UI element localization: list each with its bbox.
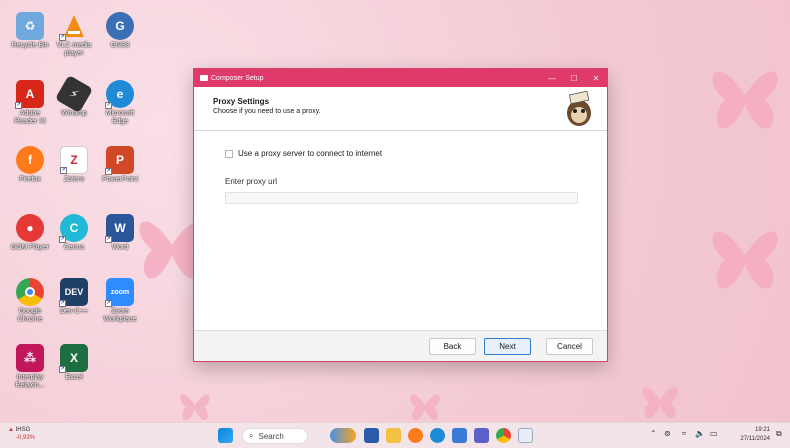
gom-player-icon: ● xyxy=(16,214,44,242)
desktop-icon-canva[interactable]: C ↗ Canva xyxy=(52,214,96,252)
dialog-footer: Back Next Cancel xyxy=(194,330,607,361)
desktop-icon-chrome[interactable]: Google Chrome xyxy=(8,278,52,324)
store-taskbar-icon[interactable] xyxy=(452,428,467,443)
cancel-button[interactable]: Cancel xyxy=(546,338,593,355)
close-button[interactable]: ✕ xyxy=(585,74,607,83)
desktop-icon-zotero[interactable]: Z ↗ Zotero xyxy=(52,146,96,184)
stock-change: -0,93% xyxy=(16,435,36,441)
desktop-icon-devcpp[interactable]: DEV ↗ Dev-C++ xyxy=(52,278,96,316)
desktop-icon-vlc[interactable]: ↗ VLC media player xyxy=(52,12,96,58)
firefox-taskbar-icon[interactable] xyxy=(408,428,423,443)
desktop-icon-excel[interactable]: X ↗ Excel xyxy=(52,344,96,382)
clock[interactable]: 19:21 27/11/2024 xyxy=(740,426,770,444)
recycle-bin-icon: ♻ xyxy=(16,12,44,40)
desktop-icon-word[interactable]: W ↗ Word xyxy=(98,214,142,252)
checkbox-label: Use a proxy server to connect to interne… xyxy=(238,149,383,158)
dialog-header: Proxy Settings Choose if you need to use… xyxy=(194,87,607,131)
word-icon: W ↗ xyxy=(105,214,134,243)
page-subtitle: Choose if you need to use a proxy. xyxy=(213,108,321,115)
desktop-icon-gom-player[interactable]: ● GOM Player xyxy=(8,214,52,252)
network-app-icon[interactable]: ⊚ xyxy=(664,429,671,438)
composer-app-icon xyxy=(200,75,208,81)
page-title: Proxy Settings xyxy=(213,97,270,106)
taskbar: ▲ IHSG -0,93% ⌕ Search ⌃ ⊚ ≈ 🔈 ▭ 19:21 2… xyxy=(0,422,790,448)
desktop-icon-firefox[interactable]: f Firefox xyxy=(8,146,52,184)
stock-name: IHSG xyxy=(15,427,31,433)
back-button[interactable]: Back xyxy=(429,338,476,355)
dialog-titlebar[interactable]: Composer Setup — ☐ ✕ xyxy=(194,69,607,87)
butterfly-decoration xyxy=(712,231,778,289)
adobe-reader-icon: A ↗ xyxy=(15,80,44,109)
edge-icon: e ↗ xyxy=(105,80,134,109)
dialog-title: Composer Setup xyxy=(211,74,264,82)
butterfly-decoration xyxy=(712,71,778,129)
proxy-url-label: Enter proxy url xyxy=(225,177,278,186)
chevron-up-icon[interactable]: ⌃ xyxy=(650,429,657,438)
desktop-icon-adobe-reader[interactable]: A ↗ Adobe Reader XI xyxy=(8,80,52,126)
notification-icon[interactable]: ⧉ xyxy=(776,429,782,439)
stock-widget[interactable]: ▲ IHSG -0,93% xyxy=(8,426,35,442)
interplay-icon: ⁂ xyxy=(16,344,44,372)
proxy-url-input[interactable] xyxy=(225,192,578,204)
clock-date: 27/11/2024 xyxy=(740,436,770,442)
excel-icon: X ↗ xyxy=(59,344,88,373)
widgets-icon[interactable] xyxy=(330,428,356,443)
taskbar-search[interactable]: ⌕ Search xyxy=(242,428,308,444)
gns3-icon: G xyxy=(106,12,134,40)
volume-icon[interactable]: 🔈 xyxy=(695,429,705,438)
firefox-icon: f xyxy=(16,146,44,174)
desktop-icon-gns3[interactable]: G GNS3 xyxy=(98,12,142,50)
desktop-icon-powerpoint[interactable]: P ↗ PowerPoint xyxy=(98,146,142,184)
stock-chart-icon: ▲ xyxy=(8,427,14,433)
canva-icon: C ↗ xyxy=(59,214,88,243)
powerpoint-icon: P ↗ xyxy=(105,146,134,175)
file-explorer-icon[interactable] xyxy=(386,428,401,443)
task-view-icon[interactable] xyxy=(364,428,379,443)
minimize-button[interactable]: — xyxy=(541,74,563,83)
butterfly-decoration xyxy=(410,394,440,421)
butterfly-decoration xyxy=(642,387,678,419)
maximize-button[interactable]: ☐ xyxy=(563,74,585,83)
checkbox-box[interactable] xyxy=(225,149,233,158)
winamp-icon: ⚡ xyxy=(54,74,94,114)
battery-icon[interactable]: ▭ xyxy=(710,429,718,438)
butterfly-decoration xyxy=(180,394,210,421)
use-proxy-checkbox[interactable]: Use a proxy server to connect to interne… xyxy=(225,149,382,158)
zoom-icon: zoom ↗ xyxy=(105,278,134,307)
desktop-icon-interplay[interactable]: ⁂ Interplay Relaxin... xyxy=(8,344,52,390)
next-button[interactable]: Next xyxy=(484,338,531,355)
chrome-taskbar-icon[interactable] xyxy=(496,428,511,443)
composer-logo-icon xyxy=(567,91,591,126)
desktop-icon-edge[interactable]: e ↗ Microsoft Edge xyxy=(98,80,142,126)
wifi-icon[interactable]: ≈ xyxy=(682,429,686,438)
edge-taskbar-icon[interactable] xyxy=(430,428,445,443)
composer-taskbar-icon[interactable] xyxy=(518,428,533,443)
search-placeholder: Search xyxy=(258,431,284,441)
composer-setup-dialog: Composer Setup — ☐ ✕ Proxy Settings Choo… xyxy=(193,68,608,362)
search-icon: ⌕ xyxy=(249,431,254,440)
desktop-icon-winamp[interactable]: ⚡ Winamp xyxy=(52,74,96,118)
start-button[interactable] xyxy=(218,428,233,443)
app-taskbar-icon[interactable] xyxy=(474,428,489,443)
clock-time: 19:21 xyxy=(754,427,770,433)
vlc-icon: ↗ xyxy=(59,12,88,41)
devcpp-icon: DEV ↗ xyxy=(59,278,88,307)
dialog-body: Use a proxy server to connect to interne… xyxy=(194,131,607,341)
desktop-icon-zoom[interactable]: zoom ↗ Zoom Workplace xyxy=(98,278,142,324)
desktop-icon-recycle-bin[interactable]: ♻ Recycle Bin xyxy=(8,12,52,50)
zotero-icon: Z ↗ xyxy=(60,146,88,174)
chrome-icon xyxy=(16,278,44,306)
